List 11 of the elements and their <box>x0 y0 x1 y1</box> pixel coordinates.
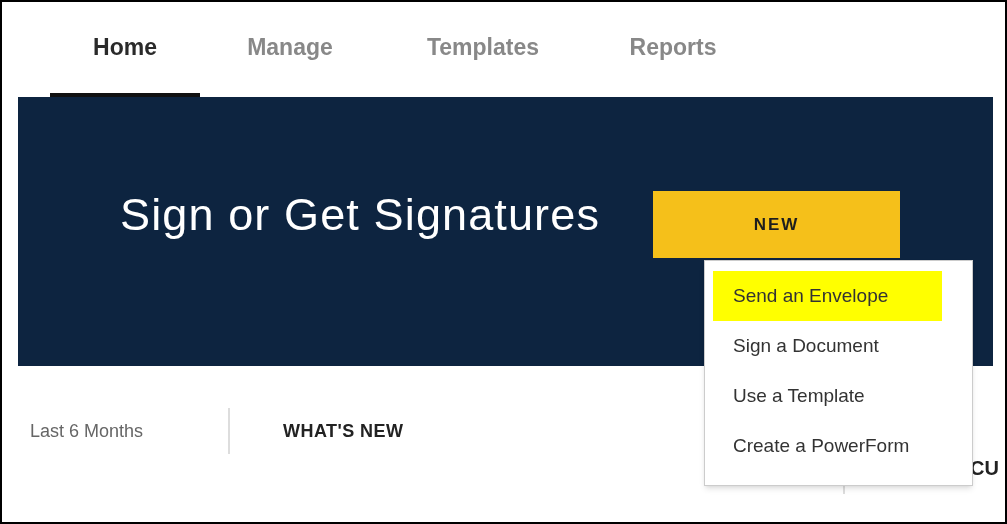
new-button[interactable]: NEW <box>653 191 900 258</box>
menu-item[interactable]: Send an Envelope <box>713 271 942 321</box>
date-filter[interactable]: Last 6 Months <box>30 417 210 445</box>
menu-item[interactable]: Use a Template <box>705 371 972 421</box>
menu-item[interactable]: Create a PowerForm <box>705 421 972 471</box>
nav-tab[interactable]: Reports <box>586 2 760 97</box>
nav-tab[interactable]: Manage <box>200 2 380 97</box>
menu-item[interactable]: Sign a Document <box>705 321 972 371</box>
nav-tab[interactable]: Templates <box>380 2 586 97</box>
section-heading: WHAT'S NEW <box>283 419 404 443</box>
banner-title: Sign or Get Signatures <box>120 192 600 237</box>
